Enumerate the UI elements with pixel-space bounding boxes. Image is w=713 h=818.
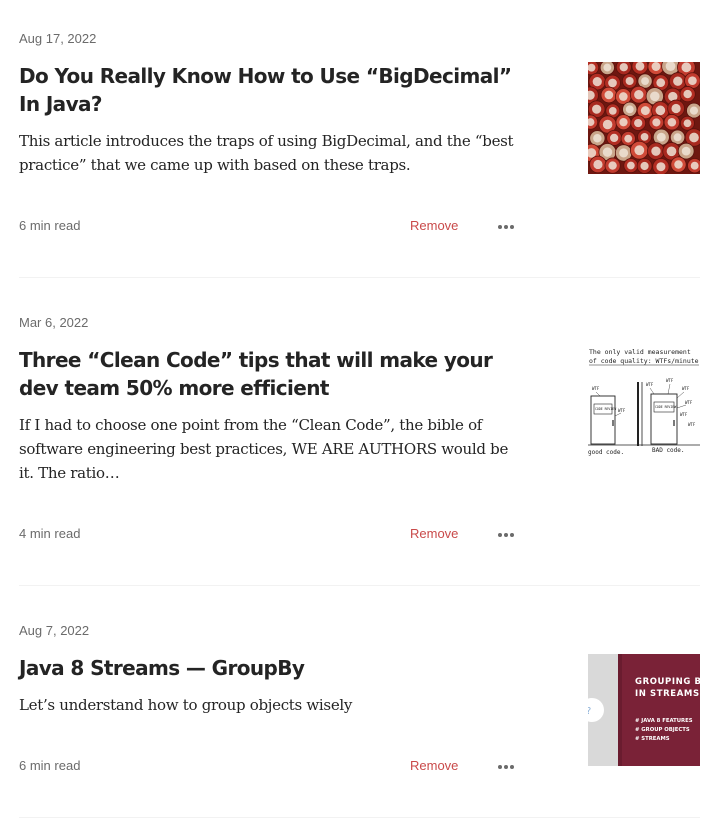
svg-text:The only valid measurement: The only valid measurement [589, 348, 691, 356]
svg-text:GROUPING BY: GROUPING BY [635, 677, 700, 687]
article-title[interactable]: Java 8 Streams — GroupBy [19, 654, 519, 682]
svg-text:BAD code.: BAD code. [652, 447, 685, 454]
article-title[interactable]: Three “Clean Code” tips that will make y… [19, 346, 519, 402]
wtf-cartoon-image: The only valid measurement of code quali… [588, 346, 700, 458]
svg-text:of code quality: WTFs/minute: of code quality: WTFs/minute [589, 357, 699, 365]
svg-text:WTF: WTF [618, 408, 626, 413]
read-time: 4 min read [19, 526, 81, 541]
svg-text:# GROUP OBJECTS: # GROUP OBJECTS [635, 727, 690, 733]
more-options-button[interactable] [497, 528, 515, 538]
article-title[interactable]: Do You Really Know How to Use “BigDecima… [19, 62, 519, 118]
svg-text:WTF: WTF [682, 386, 690, 391]
svg-text:IN STREAMS: IN STREAMS [635, 689, 700, 699]
more-options-button[interactable] [497, 220, 515, 230]
svg-text:CODE REVIEW: CODE REVIEW [655, 405, 676, 409]
grouping-banner-image: ? GROUPING BY IN STREAMS # JAVA 8 FEATUR… [588, 654, 700, 766]
svg-text:?: ? [588, 706, 591, 717]
svg-text:CODE REVIEW: CODE REVIEW [595, 407, 616, 411]
read-time: 6 min read [19, 758, 81, 773]
svg-text:WTF: WTF [646, 382, 654, 387]
article-thumbnail[interactable]: The only valid measurement of code quali… [588, 346, 700, 458]
remove-button[interactable]: Remove [410, 218, 458, 233]
more-horizontal-icon [498, 225, 514, 229]
svg-text:WTF: WTF [685, 400, 693, 405]
article-thumbnail[interactable]: ? GROUPING BY IN STREAMS # JAVA 8 FEATUR… [588, 654, 700, 766]
svg-text:# STREAMS: # STREAMS [635, 736, 670, 742]
svg-text:WTF: WTF [666, 378, 674, 383]
more-horizontal-icon [498, 765, 514, 769]
svg-text:WTF: WTF [680, 412, 688, 417]
svg-text:WTF: WTF [592, 386, 600, 391]
divider [19, 585, 700, 586]
remove-button[interactable]: Remove [410, 758, 458, 773]
more-horizontal-icon [498, 533, 514, 537]
article-subtitle[interactable]: This article introduces the traps of usi… [19, 129, 514, 177]
article-date: Aug 7, 2022 [19, 623, 90, 638]
svg-text:good code.: good code. [588, 449, 624, 456]
divider [19, 277, 700, 278]
bingo-chips-image [588, 62, 700, 174]
article-date: Mar 6, 2022 [19, 315, 89, 330]
more-options-button[interactable] [497, 760, 515, 770]
remove-button[interactable]: Remove [410, 526, 458, 541]
article-subtitle[interactable]: Let’s understand how to group objects wi… [19, 693, 514, 717]
svg-text:# JAVA 8 FEATURES: # JAVA 8 FEATURES [635, 718, 693, 724]
read-time: 6 min read [19, 218, 81, 233]
article-date: Aug 17, 2022 [19, 31, 97, 46]
article-thumbnail[interactable] [588, 62, 700, 174]
svg-text:WTF: WTF [688, 422, 696, 427]
article-subtitle[interactable]: If I had to choose one point from the “C… [19, 413, 514, 485]
